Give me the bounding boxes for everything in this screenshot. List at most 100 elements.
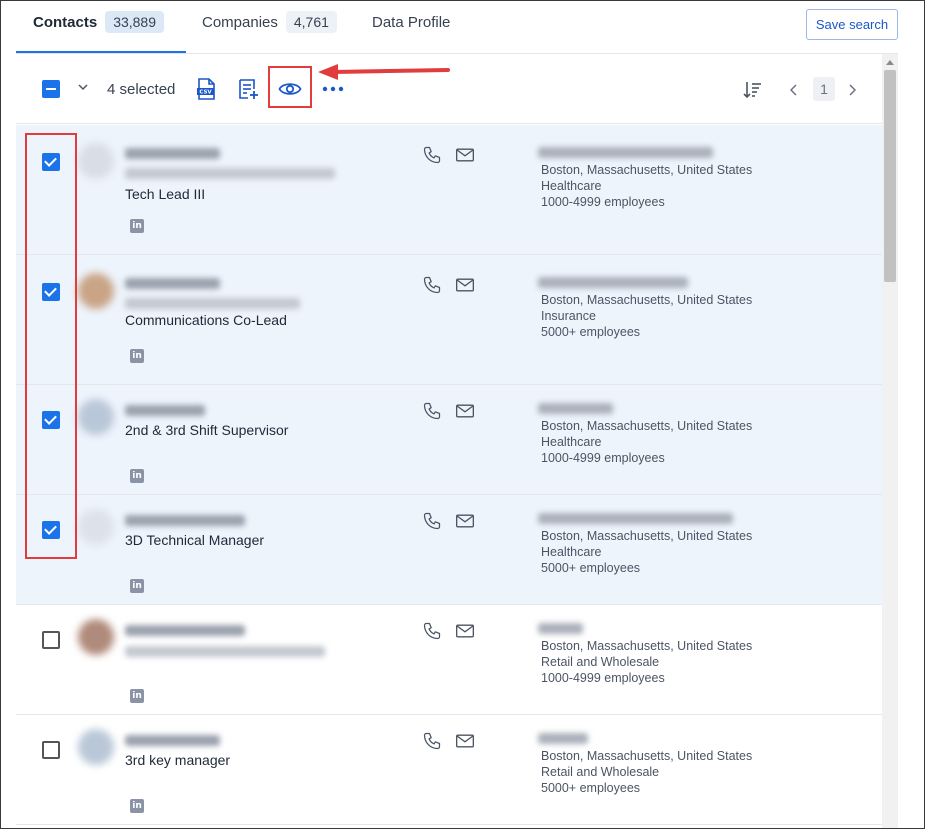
linkedin-icon[interactable]: in — [130, 349, 144, 363]
company-industry: Healthcare — [541, 435, 602, 449]
company-size: 5000+ employees — [541, 561, 641, 575]
checkbox-column-highlight — [25, 133, 77, 559]
phone-icon[interactable] — [422, 731, 442, 751]
contact-title: Tech Lead III — [125, 186, 206, 202]
avatar — [78, 273, 114, 309]
linkedin-icon[interactable]: in — [130, 219, 144, 233]
company-size: 5000+ employees — [541, 325, 641, 339]
company-size: 1000-4999 employees — [541, 671, 665, 685]
company-industry: Healthcare — [541, 179, 602, 193]
phone-icon[interactable] — [422, 401, 442, 421]
email-icon[interactable] — [455, 402, 475, 420]
company-location: Boston, Massachusetts, United States — [541, 639, 753, 653]
phone-icon[interactable] — [422, 511, 442, 531]
company-location: Boston, Massachusetts, United States — [541, 529, 753, 543]
contact-subtitle-redacted — [125, 646, 325, 657]
page-number[interactable]: 1 — [813, 77, 835, 101]
selected-count: 4 selected — [107, 81, 176, 98]
contact-subtitle-redacted — [125, 298, 300, 309]
tab-contacts[interactable]: Contacts 33,889 — [33, 10, 165, 34]
company-name-redacted[interactable] — [538, 623, 583, 634]
company-location: Boston, Massachusetts, United States — [541, 749, 753, 763]
company-industry: Retail and Wholesale — [541, 765, 660, 779]
contact-title: 2nd & 3rd Shift Supervisor — [125, 422, 289, 438]
company-location: Boston, Massachusetts, United States — [541, 293, 753, 307]
annotation-arrow-icon — [318, 64, 450, 80]
sort-icon[interactable] — [742, 80, 762, 100]
app-frame: Contacts 33,889 Companies 4,761 Data Pro… — [0, 0, 925, 829]
contact-name-redacted[interactable] — [125, 625, 245, 636]
contact-list: Tech Lead III in Boston, Massachusetts, … — [16, 125, 882, 825]
contact-name-redacted[interactable] — [125, 735, 220, 746]
email-icon[interactable] — [455, 512, 475, 530]
company-name-redacted[interactable] — [538, 733, 588, 744]
email-icon[interactable] — [455, 732, 475, 750]
scrollbar-thumb[interactable] — [884, 70, 896, 282]
linkedin-icon[interactable]: in — [130, 689, 144, 703]
linkedin-icon[interactable]: in — [130, 579, 144, 593]
contact-name-redacted[interactable] — [125, 515, 245, 526]
contact-name-redacted[interactable] — [125, 148, 220, 159]
phone-icon[interactable] — [422, 275, 442, 295]
company-name-redacted[interactable] — [538, 147, 713, 158]
phone-icon[interactable] — [422, 621, 442, 641]
avatar — [78, 509, 114, 545]
phone-icon[interactable] — [422, 145, 442, 165]
chevron-down-icon[interactable] — [78, 82, 88, 92]
chevron-left-icon[interactable] — [790, 84, 798, 96]
tab-contacts-label: Contacts — [33, 13, 98, 31]
contact-row[interactable]: 3D Technical Manager in Boston, Massachu… — [16, 495, 882, 605]
bulk-toolbar: 4 selected CSV 1 — [16, 54, 882, 124]
avatar — [78, 399, 114, 435]
company-location: Boston, Massachusetts, United States — [541, 163, 753, 177]
contact-row[interactable]: 3rd key manager in Boston, Massachusetts… — [16, 715, 882, 825]
email-icon[interactable] — [455, 276, 475, 294]
contact-row[interactable]: Communications Co-Lead in Boston, Massac… — [16, 255, 882, 385]
scrollbar[interactable] — [882, 54, 898, 828]
contact-name-redacted[interactable] — [125, 278, 220, 289]
contact-title: 3rd key manager — [125, 752, 231, 768]
tab-contacts-count: 33,889 — [105, 11, 165, 33]
contact-row[interactable]: Tech Lead III in Boston, Massachusetts, … — [16, 125, 882, 255]
save-search-button[interactable]: Save search — [806, 9, 898, 40]
contact-title: Communications Co-Lead — [125, 312, 287, 328]
company-location: Boston, Massachusetts, United States — [541, 419, 753, 433]
linkedin-icon[interactable]: in — [130, 799, 144, 813]
tab-companies[interactable]: Companies 4,761 — [202, 10, 337, 34]
row-checkbox[interactable] — [42, 741, 60, 759]
tab-data-profile-label: Data Profile — [372, 13, 451, 31]
tab-bar: Contacts 33,889 Companies 4,761 Data Pro… — [16, 1, 898, 54]
select-all-checkbox[interactable] — [42, 80, 60, 98]
svg-text:CSV: CSV — [199, 90, 212, 96]
csv-export-icon[interactable]: CSV — [194, 77, 218, 101]
row-checkbox[interactable] — [42, 631, 60, 649]
company-name-redacted[interactable] — [538, 403, 613, 414]
chevron-right-icon[interactable] — [848, 84, 856, 96]
avatar — [78, 143, 114, 179]
company-industry: Retail and Wholesale — [541, 655, 660, 669]
company-size: 1000-4999 employees — [541, 195, 665, 209]
avatar — [78, 729, 114, 765]
tab-companies-count: 4,761 — [285, 11, 337, 33]
contact-subtitle-redacted — [125, 168, 335, 179]
company-size: 1000-4999 employees — [541, 451, 665, 465]
email-icon[interactable] — [455, 622, 475, 640]
contact-title: 3D Technical Manager — [125, 532, 265, 548]
company-industry: Healthcare — [541, 545, 602, 559]
linkedin-icon[interactable]: in — [130, 469, 144, 483]
tab-companies-label: Companies — [202, 13, 278, 31]
company-name-redacted[interactable] — [538, 277, 688, 288]
contact-name-redacted[interactable] — [125, 405, 205, 416]
scroll-up-icon[interactable] — [886, 60, 894, 65]
contact-row[interactable]: in Boston, Massachusetts, United States … — [16, 605, 882, 715]
eye-icon-highlight — [268, 66, 312, 108]
avatar — [78, 619, 114, 655]
results-panel: 4 selected CSV 1 Tech Lead III in Boston… — [16, 54, 882, 828]
contact-row[interactable]: 2nd & 3rd Shift Supervisor in Boston, Ma… — [16, 385, 882, 495]
company-name-redacted[interactable] — [538, 513, 733, 524]
tab-data-profile[interactable]: Data Profile — [372, 10, 450, 34]
company-size: 5000+ employees — [541, 781, 641, 795]
company-industry: Insurance — [541, 309, 596, 323]
add-to-list-icon[interactable] — [236, 77, 260, 101]
email-icon[interactable] — [455, 146, 475, 164]
